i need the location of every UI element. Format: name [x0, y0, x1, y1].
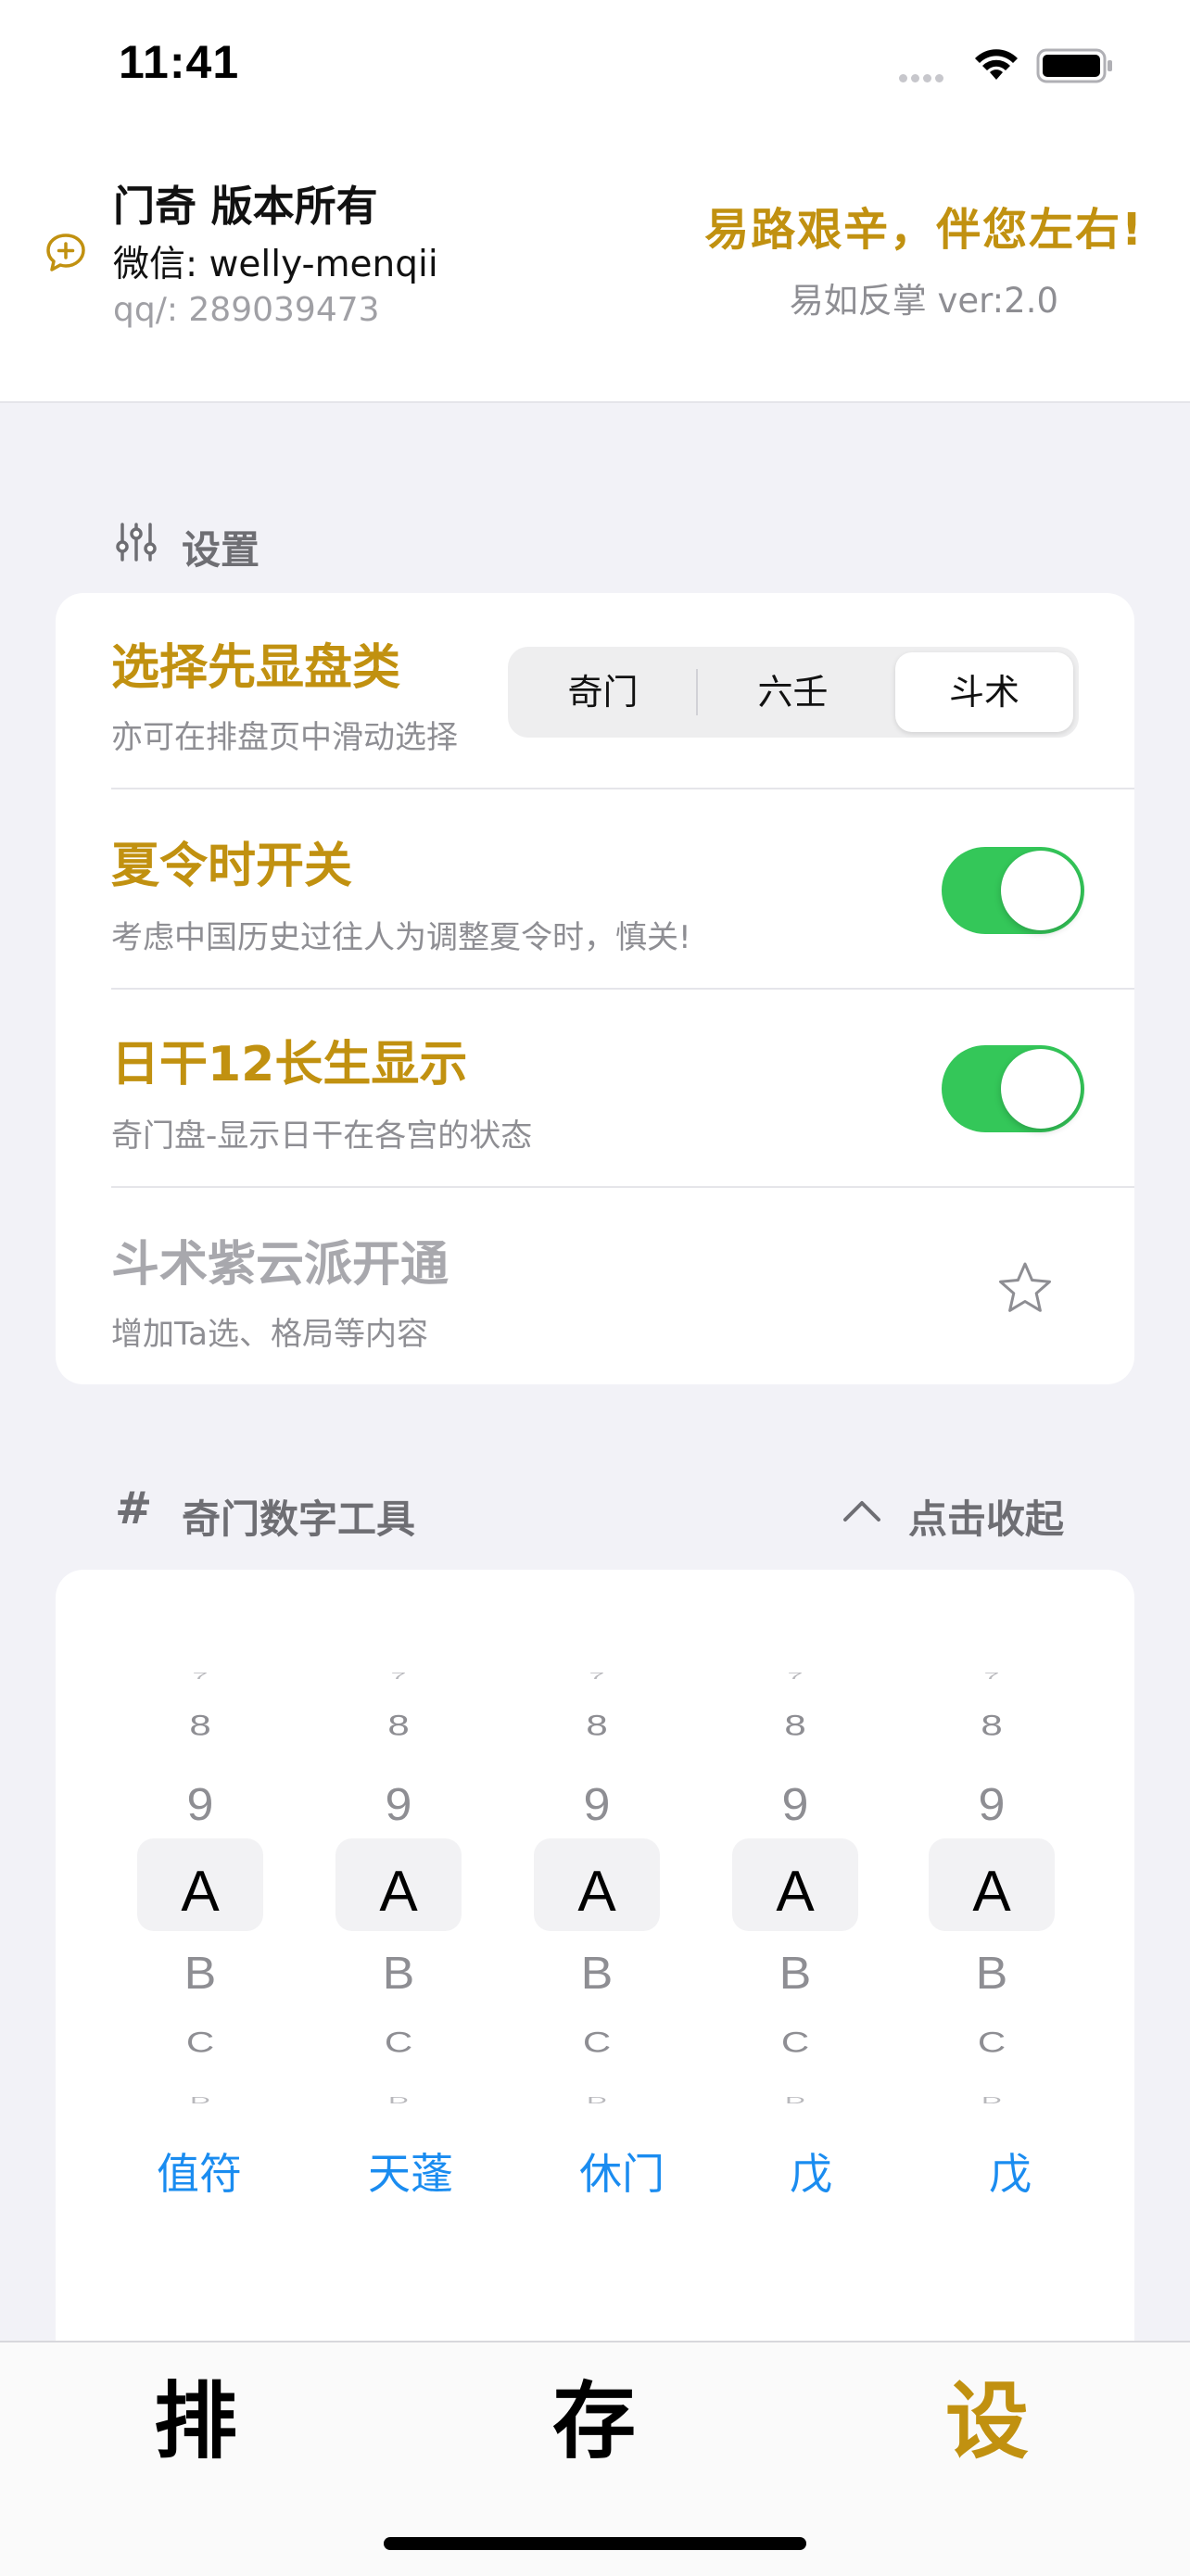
picker-value: B — [975, 1948, 1008, 2000]
picker-value: C — [780, 2026, 810, 2059]
picker-value: 8 — [387, 1709, 410, 1742]
status-time: 11:41 — [119, 36, 240, 88]
picker-value: 7 — [192, 1671, 209, 1682]
day-stem-12-stages-subtitle: 奇门盘-显示日干在各宫的状态 — [111, 1118, 533, 1155]
picker-value: 9 — [583, 1779, 611, 1831]
sliders-icon — [116, 523, 157, 562]
segment-qimen[interactable]: 奇门 — [508, 647, 698, 738]
picker-value: D — [388, 2095, 409, 2106]
picker-value-selected: A — [972, 1860, 1011, 1924]
picker-value: 8 — [586, 1709, 608, 1742]
picker-value: 9 — [781, 1779, 809, 1831]
picker-value: B — [779, 1948, 812, 2000]
wifi-icon — [975, 49, 1018, 80]
chat-add-icon[interactable] — [44, 232, 87, 274]
tab-pai[interactable]: 排 — [154, 2354, 237, 2474]
row-divider — [111, 1186, 1134, 1188]
home-indicator — [384, 2537, 806, 2550]
battery-icon — [1036, 48, 1112, 83]
result-wu-1: 戊 — [790, 2149, 832, 2199]
picker-value: 7 — [390, 1671, 407, 1682]
segment-doushu[interactable]: 斗术 — [890, 647, 1079, 738]
doushu-ziyun-unlock-subtitle: 增加Ta选、格局等内容 — [111, 1316, 428, 1353]
default-chart-type-title: 选择先显盘类 — [111, 640, 401, 696]
picker-value: D — [587, 2095, 607, 2106]
picker-value: B — [382, 1948, 415, 2000]
picker-value: D — [981, 2095, 1002, 2106]
dst-title: 夏令时开关 — [111, 839, 353, 894]
picker-value: B — [580, 1948, 614, 2000]
segment-liuren[interactable]: 六壬 — [698, 647, 888, 738]
picker-value: 8 — [784, 1709, 806, 1742]
dst-subtitle: 考虑中国历史过往人为调整夏令时，慎关! — [111, 919, 691, 956]
chevron-up-icon[interactable] — [842, 1496, 882, 1523]
cellular-signal-icon — [899, 0, 955, 93]
tools-section-label: 奇门数字工具 — [182, 1496, 416, 1542]
copyright-title: 门奇 版本所有 — [113, 182, 378, 231]
picker-value: 7 — [983, 1671, 1000, 1682]
slogan: 易路艰辛，伴您左右! — [704, 204, 1144, 256]
result-wu-2: 戊 — [989, 2149, 1032, 2199]
picker-value: C — [582, 2026, 612, 2059]
day-stem-12-stages-toggle[interactable] — [942, 1045, 1084, 1132]
default-chart-type-subtitle: 亦可在排盘页中滑动选择 — [111, 719, 458, 756]
dst-toggle[interactable] — [942, 847, 1084, 934]
day-stem-12-stages-title: 日干12长生显示 — [111, 1037, 468, 1092]
picker-value: B — [184, 1948, 217, 2000]
picker-value-selected: A — [577, 1860, 616, 1924]
row-divider — [111, 788, 1134, 789]
picker-value: 9 — [186, 1779, 214, 1831]
row-divider — [111, 988, 1134, 990]
chart-type-segmented-control[interactable]: 奇门 六壬 斗术 — [508, 647, 1079, 738]
picker-value: C — [977, 2026, 1006, 2059]
picker-value: D — [785, 2095, 805, 2106]
picker-value: C — [185, 2026, 215, 2059]
settings-section-label: 设置 — [182, 527, 260, 573]
version-label: 易如反掌 ver:2.0 — [789, 281, 1058, 321]
picker-value: 9 — [978, 1779, 1006, 1831]
doushu-ziyun-unlock-title[interactable]: 斗术紫云派开通 — [111, 1225, 449, 1294]
wechat-contact: 微信: welly-menqii — [113, 244, 438, 285]
result-tianpeng: 天蓬 — [368, 2149, 453, 2199]
picker-value-selected: A — [776, 1860, 815, 1924]
picker-value: 9 — [385, 1779, 412, 1831]
star-icon[interactable] — [997, 1260, 1053, 1316]
picker-value: 7 — [589, 1671, 605, 1682]
picker-value-selected: A — [379, 1860, 418, 1924]
qq-contact: qq/: 289039473 — [113, 291, 380, 329]
picker-value: D — [190, 2095, 210, 2106]
tab-cun[interactable]: 存 — [552, 2354, 636, 2474]
result-zhifu: 值符 — [157, 2149, 242, 2199]
picker-value: 8 — [189, 1709, 211, 1742]
picker-value: 8 — [981, 1709, 1003, 1742]
hash-icon: # — [115, 1483, 153, 1534]
tab-she[interactable]: 设 — [945, 2354, 1029, 2474]
collapse-button[interactable]: 点击收起 — [908, 1488, 1064, 1545]
picker-value: C — [384, 2026, 413, 2059]
picker-value-selected: A — [181, 1860, 220, 1924]
picker-value: 7 — [787, 1671, 804, 1682]
result-xiumen: 休门 — [579, 2149, 665, 2199]
